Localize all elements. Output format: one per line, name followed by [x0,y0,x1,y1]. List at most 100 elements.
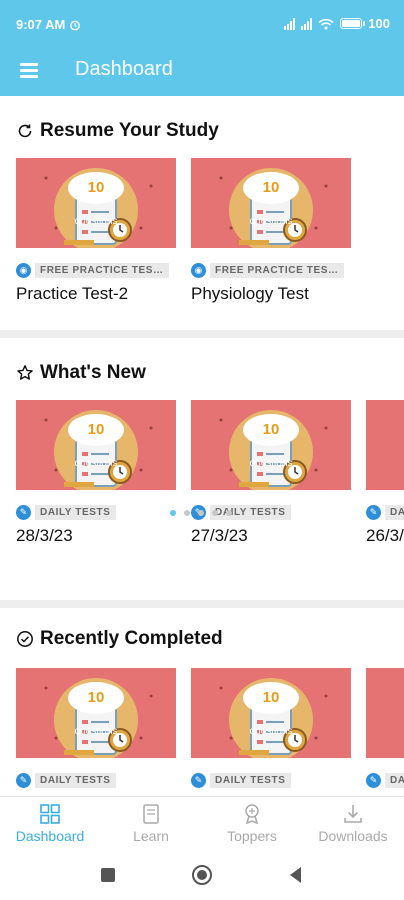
book-icon [143,804,159,824]
trophy-icon [245,804,259,825]
card-title: 27/3/23 [191,526,248,545]
category-tag: FREE PRACTICE TES… [210,262,344,278]
quiz-illustration-icon [44,410,153,490]
quiz-thumbnail: 10 questions [366,400,404,490]
menu-icon[interactable] [18,58,42,80]
quiz-thumbnail: 10 questions [16,158,176,248]
test-card[interactable]: 10 questions ✎ DAILY TESTS 26/3/23 [366,400,404,550]
question-caption: questions [366,458,404,469]
quiz-illustration-icon [44,168,153,248]
pencil-icon: ✎ [366,504,381,520]
category-tag: DAILY TESTS [210,772,291,788]
category-tag: DAILY TESTS [35,772,116,788]
tag-row: ◉ FREE PRACTICE TES… [16,262,169,278]
app-bar: Dashboard [0,46,404,96]
question-count: 10 [87,179,105,196]
nav-label: Dashboard [15,828,85,844]
nav-label: Toppers [227,828,277,844]
recent-apps-icon[interactable] [96,863,120,887]
resume-study-section: Resume Your Study 10 questions ◉ FREE PR… [0,96,404,330]
status-icons: 100 [284,16,390,31]
quiz-thumbnail: 10 questions [366,668,404,758]
nav-dashboard[interactable]: Dashboard [0,803,100,849]
nav-toppers[interactable]: Toppers [202,803,302,849]
nav-label: Learn [133,828,169,844]
star-outline-icon [17,365,33,380]
question-caption: questions [74,458,118,469]
tag-row: ✎ DAILY TESTS [366,504,404,520]
status-bar: 9:07 AM 100 [0,0,404,46]
section-title: Recently Completed [16,628,223,650]
quiz-illustration-icon [44,678,153,758]
practice-test-icon: ◉ [191,262,206,278]
pencil-icon: ✎ [366,772,381,788]
quiz-illustration-icon [219,410,328,490]
pencil-icon: ✎ [16,504,31,520]
download-icon [344,805,362,823]
question-caption: questions [249,458,293,469]
status-time: 9:07 AM [16,17,81,32]
check-circle-icon [17,631,33,647]
signal-icon [284,17,296,30]
question-count: 10 [262,421,280,438]
question-caption: questions [366,726,404,737]
carousel-dot[interactable] [226,510,232,516]
question-caption: questions [74,216,118,227]
nav-learn[interactable]: Learn [101,803,201,849]
category-tag: DAILY TESTS [35,504,116,520]
dashboard-content[interactable]: Resume Your Study 10 questions ◉ FREE PR… [0,96,404,796]
question-count: 10 [366,689,404,706]
system-navigation-bar [0,850,404,900]
carousel-indicator[interactable] [170,510,232,516]
quiz-thumbnail: 10 questions [16,400,176,490]
quiz-thumbnail: 10 questions [16,668,176,758]
question-caption: questions [249,726,293,737]
battery-level: 100 [368,16,390,31]
category-tag: DAILY TESTS [385,504,404,520]
signal-icon [301,17,313,30]
question-count: 10 [366,421,404,438]
carousel-dot[interactable] [184,510,190,516]
card-title: 28/3/23 [16,526,73,545]
question-count: 10 [262,179,280,196]
question-count: 10 [87,689,105,706]
bottom-navigation: Dashboard Learn Toppers Downloads [0,796,404,850]
practice-test-icon: ◉ [16,262,31,278]
tag-row: ✎ DAILY TESTS [16,772,116,788]
question-count: 10 [262,689,280,706]
card-title: Physiology Test [191,284,309,303]
carousel-dot[interactable] [212,510,218,516]
completed-card[interactable]: 10 questions ✎ DAILY TESTS [366,668,404,796]
back-icon[interactable] [284,863,308,887]
page-title: Dashboard [75,58,173,80]
card-title: Practice Test-2 [16,284,129,303]
refresh-icon [18,124,32,138]
section-title: Resume Your Study [16,120,219,142]
nav-label: Downloads [318,828,388,844]
section-title-text: What's New [40,362,146,383]
card-title: 26/3/23 [366,526,404,545]
quiz-thumbnail: 10 questions [191,400,351,490]
status-time-text: 9:07 AM [16,17,66,32]
section-title-text: Recently Completed [40,628,223,649]
wifi-icon [318,18,334,29]
category-tag: DAILY TESTS [385,772,404,788]
dashboard-grid-icon [40,804,60,824]
home-icon[interactable] [190,863,214,887]
battery-icon [340,18,366,29]
quiz-thumbnail: 10 questions [191,158,351,248]
carousel-dot[interactable] [170,510,176,516]
quiz-thumbnail: 10 questions [191,668,351,758]
alarm-icon [70,20,81,30]
recently-completed-section: Recently Completed 10 questions ✎ DAILY … [0,608,404,796]
carousel-dot[interactable] [198,510,204,516]
whats-new-section: What's New 10 questions ✎ DAILY TESTS 28… [0,338,404,600]
nav-downloads[interactable]: Downloads [303,803,403,849]
tag-row: ✎ DAILY TESTS [16,504,116,520]
tag-row: ◉ FREE PRACTICE TES… [191,262,344,278]
question-caption: questions [249,216,293,227]
quiz-illustration-icon [219,168,328,248]
category-tag: FREE PRACTICE TES… [35,262,169,278]
tag-row: ✎ DAILY TESTS [191,772,291,788]
question-caption: questions [74,726,118,737]
